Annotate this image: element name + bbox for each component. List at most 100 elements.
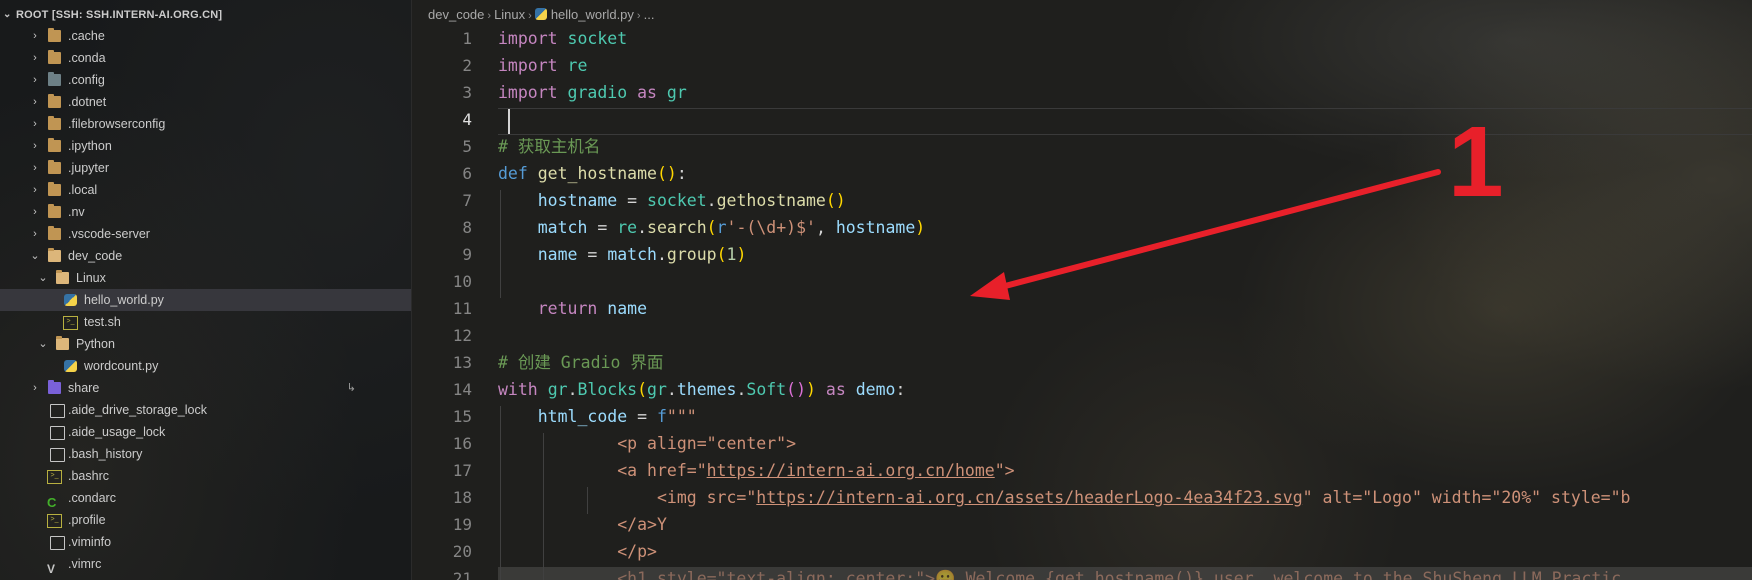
tree-item-label: .jupyter — [68, 161, 109, 175]
line-number: 6 — [462, 164, 472, 183]
tree-item-config[interactable]: › .config — [0, 69, 411, 91]
file-icon — [50, 404, 65, 418]
tree-item-label: .bash_history — [68, 447, 143, 461]
tree-item-aide-usage-lock[interactable]: .aide_usage_lock — [0, 421, 411, 443]
chevron-down-icon: ⌄ — [38, 272, 48, 284]
folder-icon — [48, 116, 61, 130]
tree-item-share[interactable]: › share ↳ — [0, 377, 411, 399]
tree-item-python[interactable]: ⌄ Python — [0, 333, 411, 355]
code-line-20[interactable]: </p> — [498, 538, 657, 565]
code-line-3[interactable]: import gradio as gr — [498, 79, 687, 106]
folder-icon — [48, 50, 61, 64]
tree-item-condarc[interactable]: C .condarc — [0, 487, 411, 510]
python-file-icon — [534, 8, 547, 20]
line-number: 14 — [452, 380, 472, 399]
tree-item-filebrowserconfig[interactable]: › .filebrowserconfig — [0, 113, 411, 135]
folder-open-icon — [48, 248, 61, 262]
folder-icon — [48, 28, 61, 42]
breadcrumb-item-file[interactable]: hello_world.py — [551, 7, 634, 22]
breadcrumb-item-dev-code[interactable]: dev_code — [428, 7, 484, 22]
tree-item-label: .vscode-server — [68, 227, 150, 241]
python-file-icon — [64, 294, 77, 306]
code-line-2[interactable]: import re — [498, 52, 587, 79]
tree-item-profile[interactable]: >_ .profile — [0, 509, 411, 531]
tree-item-bashrc[interactable]: >_ .bashrc — [0, 465, 411, 487]
tree-item-label: .aide_drive_storage_lock — [68, 403, 207, 417]
line-number-active: 4 — [462, 110, 472, 129]
tree-item-wordcount-py[interactable]: wordcount.py — [0, 355, 411, 377]
code-line-14[interactable]: with gr.Blocks(gr.themes.Soft()) as demo… — [498, 376, 905, 403]
tree-item-bash-history[interactable]: .bash_history — [0, 443, 411, 465]
line-number: 17 — [452, 461, 472, 480]
code-line-17[interactable]: <a href="https://intern-ai.org.cn/home"> — [498, 457, 1014, 484]
tree-item-label: .condarc — [68, 491, 116, 505]
code-line-15[interactable]: html_code = f""" — [498, 403, 697, 430]
text-cursor — [508, 109, 510, 134]
file-icon — [50, 536, 65, 550]
line-number: 2 — [462, 56, 472, 75]
tree-item-aide-drive-storage-lock[interactable]: .aide_drive_storage_lock — [0, 399, 411, 421]
tree-item-label: .filebrowserconfig — [68, 117, 166, 131]
tree-item-label: share — [68, 381, 100, 395]
chevron-right-icon: › — [636, 10, 641, 22]
tree-item-linux[interactable]: ⌄ Linux — [0, 267, 411, 289]
code-line-13[interactable]: # 创建 Gradio 界面 — [498, 349, 663, 376]
line-number: 1 — [462, 29, 472, 48]
code-editor[interactable]: dev_code › Linux › hello_world.py ›... 1 2 3 … — [412, 0, 1752, 580]
code-line-8[interactable]: match = re.search(r'-(\d+)$', hostname) — [498, 214, 925, 241]
chevron-right-icon: › — [33, 162, 37, 174]
line-number: 9 — [462, 245, 472, 264]
tree-item-vscode-server[interactable]: › .vscode-server — [0, 223, 411, 245]
folder-icon — [48, 204, 61, 218]
tree-item-label: hello_world.py — [84, 293, 164, 307]
tree-item-local[interactable]: › .local — [0, 179, 411, 201]
folder-share-icon — [48, 380, 61, 394]
tree-item-test-sh[interactable]: >_ test.sh — [0, 311, 411, 333]
folder-config-icon — [48, 72, 61, 86]
code-line-5[interactable]: # 获取主机名 — [498, 133, 600, 160]
tree-item-label: .profile — [68, 513, 106, 527]
code-line-18[interactable]: <img src="https://intern-ai.org.cn/asset… — [498, 484, 1631, 511]
code-line-16[interactable]: <p align="center"> — [498, 430, 796, 457]
code-line-19[interactable]: </a>Y — [498, 511, 667, 538]
folder-icon — [48, 138, 61, 152]
explorer-sidebar: ⌄ ROOT [SSH: SSH.INTERN-AI.ORG.CN] › .ca… — [0, 0, 412, 580]
code-line-9[interactable]: name = match.group(1) — [498, 241, 747, 268]
tree-item-label: test.sh — [84, 315, 121, 329]
tree-item-label: .nv — [68, 205, 85, 219]
chevron-down-icon: ⌄ — [3, 9, 12, 20]
code-line-7[interactable]: hostname = socket.gethostname() — [498, 187, 846, 214]
tree-item-viminfo[interactable]: .viminfo — [0, 531, 411, 553]
python-file-icon — [64, 360, 77, 372]
code-line-6[interactable]: def get_hostname(): — [498, 160, 687, 187]
line-number: 3 — [462, 83, 472, 102]
breadcrumb: dev_code › Linux › hello_world.py ›... — [428, 4, 654, 26]
tree-item-jupyter[interactable]: › .jupyter — [0, 157, 411, 179]
chevron-down-icon: ⌄ — [30, 250, 40, 262]
code-line-1[interactable]: import socket — [498, 25, 627, 52]
code-line-21[interactable]: <h1 style="text-align: center;">😀 Welcom… — [498, 565, 1621, 580]
tree-item-label: .cache — [68, 29, 105, 43]
tree-item-label: .ipython — [68, 139, 112, 153]
tree-item-nv[interactable]: › .nv — [0, 201, 411, 223]
folder-open-icon — [56, 336, 69, 350]
tree-item-vimrc[interactable]: V .vimrc — [0, 553, 411, 576]
conda-file-icon: C — [47, 495, 57, 510]
line-number: 19 — [452, 515, 472, 534]
tree-item-dev-code[interactable]: ⌄ dev_code — [0, 245, 411, 267]
tree-item-label: .local — [68, 183, 98, 197]
chevron-right-icon: › — [33, 206, 37, 218]
tree-item-conda[interactable]: › .conda — [0, 47, 411, 69]
line-number: 21 — [452, 569, 472, 580]
folder-icon — [48, 94, 61, 108]
breadcrumb-item-symbols[interactable]: ... — [644, 7, 655, 22]
tree-item-cache[interactable]: › .cache — [0, 25, 411, 47]
explorer-root-header[interactable]: ⌄ ROOT [SSH: SSH.INTERN-AI.ORG.CN] — [0, 4, 222, 26]
chevron-right-icon: › — [33, 30, 37, 42]
tree-item-hello-world-py[interactable]: hello_world.py — [0, 289, 411, 311]
breadcrumb-item-linux[interactable]: Linux — [494, 7, 525, 22]
tree-item-dotnet[interactable]: › .dotnet — [0, 91, 411, 113]
chevron-right-icon: › — [528, 10, 532, 22]
tree-item-ipython[interactable]: › .ipython — [0, 135, 411, 157]
code-line-11[interactable]: return name — [498, 295, 647, 322]
